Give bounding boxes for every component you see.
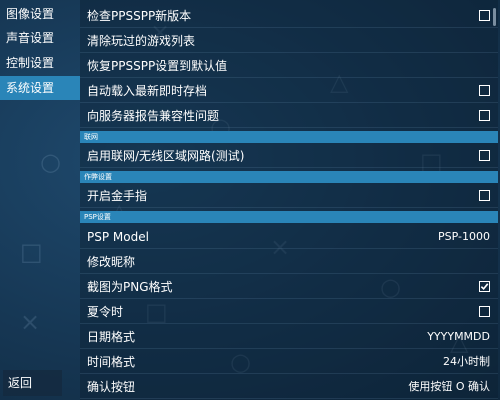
setting-label: 修改昵称 (87, 254, 136, 269)
setting-row-check-new-version[interactable]: 检查PPSSPP新版本 (80, 4, 498, 28)
setting-row-date-format[interactable]: 日期格式 YYYYMMDD (80, 325, 498, 349)
setting-label: PSP Model (87, 229, 149, 244)
setting-label: 向服务器报告兼容性问题 (87, 108, 220, 123)
setting-row-restore-defaults[interactable]: 恢复PPSSPP设置到默认值 (80, 54, 498, 78)
checkmark-icon (480, 283, 489, 291)
sidebar-item-system[interactable]: 系统设置 (0, 76, 80, 100)
setting-label: 时间格式 (87, 354, 136, 369)
setting-row-time-format[interactable]: 时间格式 24小时制 (80, 350, 498, 374)
sidebar-item-controls[interactable]: 控制设置 (0, 51, 80, 75)
checkbox[interactable] (479, 306, 490, 317)
setting-row-auto-load-savestate[interactable]: 自动载入最新即时存档 (80, 79, 498, 103)
system-settings-list: 检查PPSSPP新版本 清除玩过的游戏列表 恢复PPSSPP设置到默认值 自动载… (80, 0, 498, 400)
setting-value: PSP-1000 (438, 229, 490, 243)
setting-label: 自动载入最新即时存档 (87, 83, 208, 98)
setting-row-report-compatibility[interactable]: 向服务器报告兼容性问题 (80, 104, 498, 128)
setting-value: YYYYMMDD (427, 329, 490, 343)
sidebar-item-graphics[interactable]: 图像设置 (0, 2, 80, 26)
setting-label: 开启金手指 (87, 188, 148, 203)
setting-label: 日期格式 (87, 329, 136, 344)
setting-value: 24小时制 (443, 354, 490, 368)
setting-label: 启用联网/无线区域网路(测试) (87, 148, 245, 163)
section-header-cheats: 作弊设置 (80, 171, 498, 183)
sidebar-item-audio[interactable]: 声音设置 (0, 26, 80, 50)
setting-row-enable-cheats[interactable]: 开启金手指 (80, 184, 498, 208)
setting-label: 检查PPSSPP新版本 (87, 8, 192, 23)
setting-value: 使用按钮 O 确认 (408, 379, 490, 393)
setting-label: 清除玩过的游戏列表 (87, 33, 196, 48)
settings-sidebar: 图像设置 声音设置 控制设置 系统设置 返回 (0, 0, 80, 400)
setting-row-enable-networking[interactable]: 启用联网/无线区域网路(测试) (80, 144, 498, 168)
checkbox[interactable] (479, 150, 490, 161)
setting-label: 确认按钮 (87, 379, 136, 394)
setting-label: 夏令时 (87, 304, 124, 319)
setting-row-screenshot-png[interactable]: 截图为PNG格式 (80, 275, 498, 299)
checkbox[interactable] (479, 110, 490, 121)
setting-label: 截图为PNG格式 (87, 279, 173, 294)
checkbox[interactable] (479, 190, 490, 201)
setting-row-confirm-button[interactable]: 确认按钮 使用按钮 O 确认 (80, 375, 498, 399)
section-header-networking: 联网 (80, 131, 498, 143)
back-button[interactable]: 返回 (3, 370, 62, 396)
setting-row-clear-recent-games[interactable]: 清除玩过的游戏列表 (80, 29, 498, 53)
setting-row-change-nickname[interactable]: 修改昵称 (80, 250, 498, 274)
setting-row-psp-model[interactable]: PSP Model PSP-1000 (80, 225, 498, 249)
checkbox[interactable] (479, 281, 490, 292)
setting-label: 恢复PPSSPP设置到默认值 (87, 58, 228, 73)
scrollbar-thumb[interactable] (493, 8, 496, 26)
checkbox[interactable] (479, 85, 490, 96)
setting-row-daylight-saving[interactable]: 夏令时 (80, 300, 498, 324)
section-header-psp-settings: PSP设置 (80, 211, 498, 223)
checkbox[interactable] (479, 10, 490, 21)
